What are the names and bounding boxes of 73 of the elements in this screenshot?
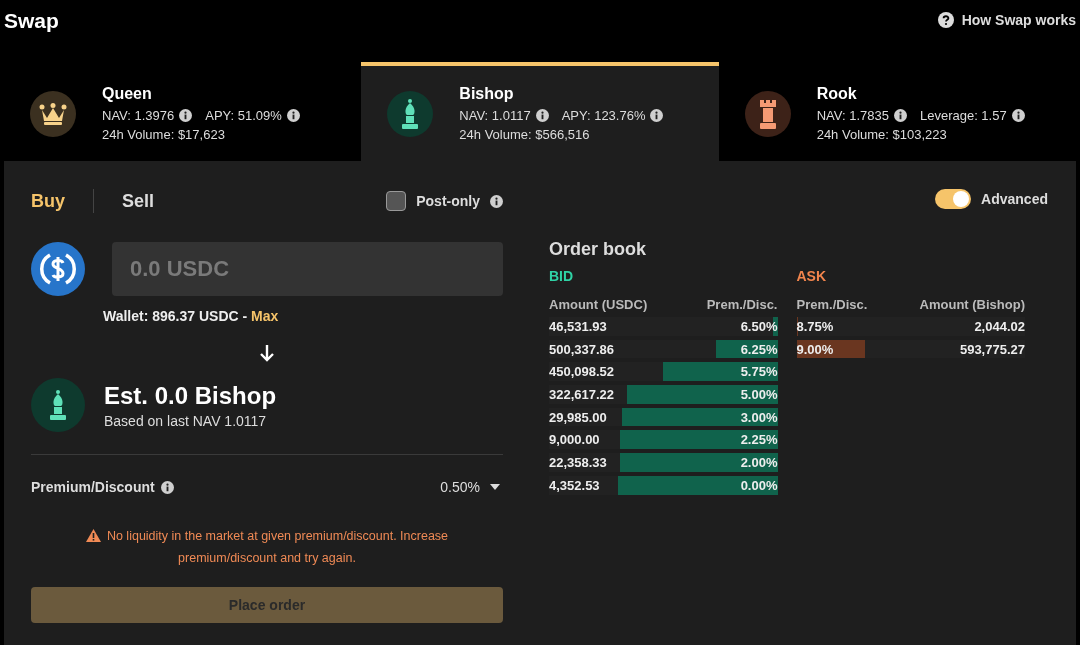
premium-dropdown[interactable]: 0.50%: [440, 479, 500, 495]
info-icon[interactable]: [535, 109, 549, 122]
bid-amount: 22,358.33: [549, 454, 607, 470]
info-icon[interactable]: [650, 109, 664, 122]
nav-value: NAV: 1.3976: [102, 108, 175, 123]
ask-label: ASK: [796, 268, 828, 284]
info-icon[interactable]: [893, 109, 907, 122]
volume-value: 24h Volume: $103,223: [816, 127, 947, 142]
page-title: Swap: [4, 9, 59, 33]
info-icon[interactable]: [286, 109, 300, 122]
warning-message: No liquidity in the market at given premium/discount. Increase premium/discount and try again.: [31, 525, 503, 569]
info-icon[interactable]: [490, 194, 503, 208]
market-metric: APY: 123.76%: [561, 108, 646, 123]
market-metric: APY: 51.09%: [205, 108, 282, 123]
market-metric: Leverage: 1.57: [919, 108, 1007, 123]
ask-premium: 9.00%: [796, 341, 834, 357]
caret-icon: [490, 484, 500, 490]
nav-value: NAV: 1.0117: [459, 108, 531, 123]
help-icon: [937, 12, 954, 28]
bishop-piece-icon: [48, 390, 68, 420]
market-name: Bishop: [459, 85, 514, 103]
nav-value: NAV: 1.7835: [816, 108, 889, 123]
side-tab[interactable]: Buy: [31, 190, 65, 212]
bid-premium: 0.00%: [740, 477, 778, 493]
post-only-checkbox[interactable]: [386, 191, 407, 211]
warning-icon: [85, 529, 101, 542]
side-tab[interactable]: Sell: [122, 190, 155, 212]
rook-piece-icon: [757, 98, 778, 129]
arrow-down-icon: [259, 344, 275, 362]
post-only-label: Post-only: [416, 193, 480, 209]
estimate-amount: Est. 0.0 Bishop: [104, 381, 277, 410]
estimate-note: Based on last NAV 1.0117: [104, 412, 268, 429]
info-icon[interactable]: [1011, 109, 1025, 122]
column-header: Amount (USDC): [549, 296, 648, 312]
column-header: Prem./Disc.: [796, 296, 868, 312]
bid-amount: 500,337.86: [549, 341, 615, 357]
market-tab[interactable]: Bishop NAV: 1.0117 APY: 123.76% 24h Volume: $566,516: [361, 62, 719, 161]
wallet-balance: Wallet: 896.37 USDC - Max: [103, 308, 280, 324]
bid-amount: 9,000.00: [549, 432, 600, 448]
market-name: Queen: [102, 85, 152, 103]
bid-premium: 6.25%: [740, 341, 778, 357]
bid-amount: 4,352.53: [549, 477, 600, 493]
bid-amount: 29,985.00: [549, 409, 607, 425]
ask-amount: 593,775.27: [959, 341, 1025, 357]
ask-premium: 8.75%: [796, 318, 834, 334]
order-book-title: Order book: [549, 239, 647, 260]
help-link[interactable]: How Swap works: [937, 12, 1076, 28]
amount-field[interactable]: 0.0 USDC: [112, 242, 503, 296]
bid-premium: 5.00%: [740, 386, 778, 402]
bishop-piece-icon: [400, 98, 421, 129]
volume-value: 24h Volume: $17,623: [102, 127, 225, 142]
premium-label: Premium/Discount: [31, 479, 155, 495]
bid-premium: 2.25%: [740, 432, 778, 448]
market-name: Rook: [816, 85, 857, 103]
bid-premium: 3.00%: [740, 409, 778, 425]
ask-amount: 2,044.02: [974, 318, 1025, 334]
volume-value: 24h Volume: $566,516: [459, 127, 590, 142]
bid-amount: 450,098.52: [549, 364, 615, 380]
crown-icon: [39, 102, 67, 125]
bid-premium: 5.75%: [740, 364, 778, 380]
bid-amount: 46,531.93: [549, 318, 607, 334]
max-link[interactable]: Max: [251, 308, 279, 324]
bid-premium: 6.50%: [740, 318, 778, 334]
bid-amount: 322,617.22: [549, 386, 615, 402]
dollar-coin-icon: [31, 242, 85, 296]
bid-premium: 2.00%: [740, 454, 778, 470]
advanced-label: Advanced: [981, 191, 1048, 207]
bid-label: BID: [549, 268, 575, 284]
column-header: Amount (Bishop): [919, 296, 1025, 312]
column-header: Prem./Disc.: [706, 296, 778, 312]
info-icon[interactable]: [179, 109, 193, 122]
advanced-toggle[interactable]: [935, 189, 972, 209]
info-icon[interactable]: [160, 480, 174, 494]
